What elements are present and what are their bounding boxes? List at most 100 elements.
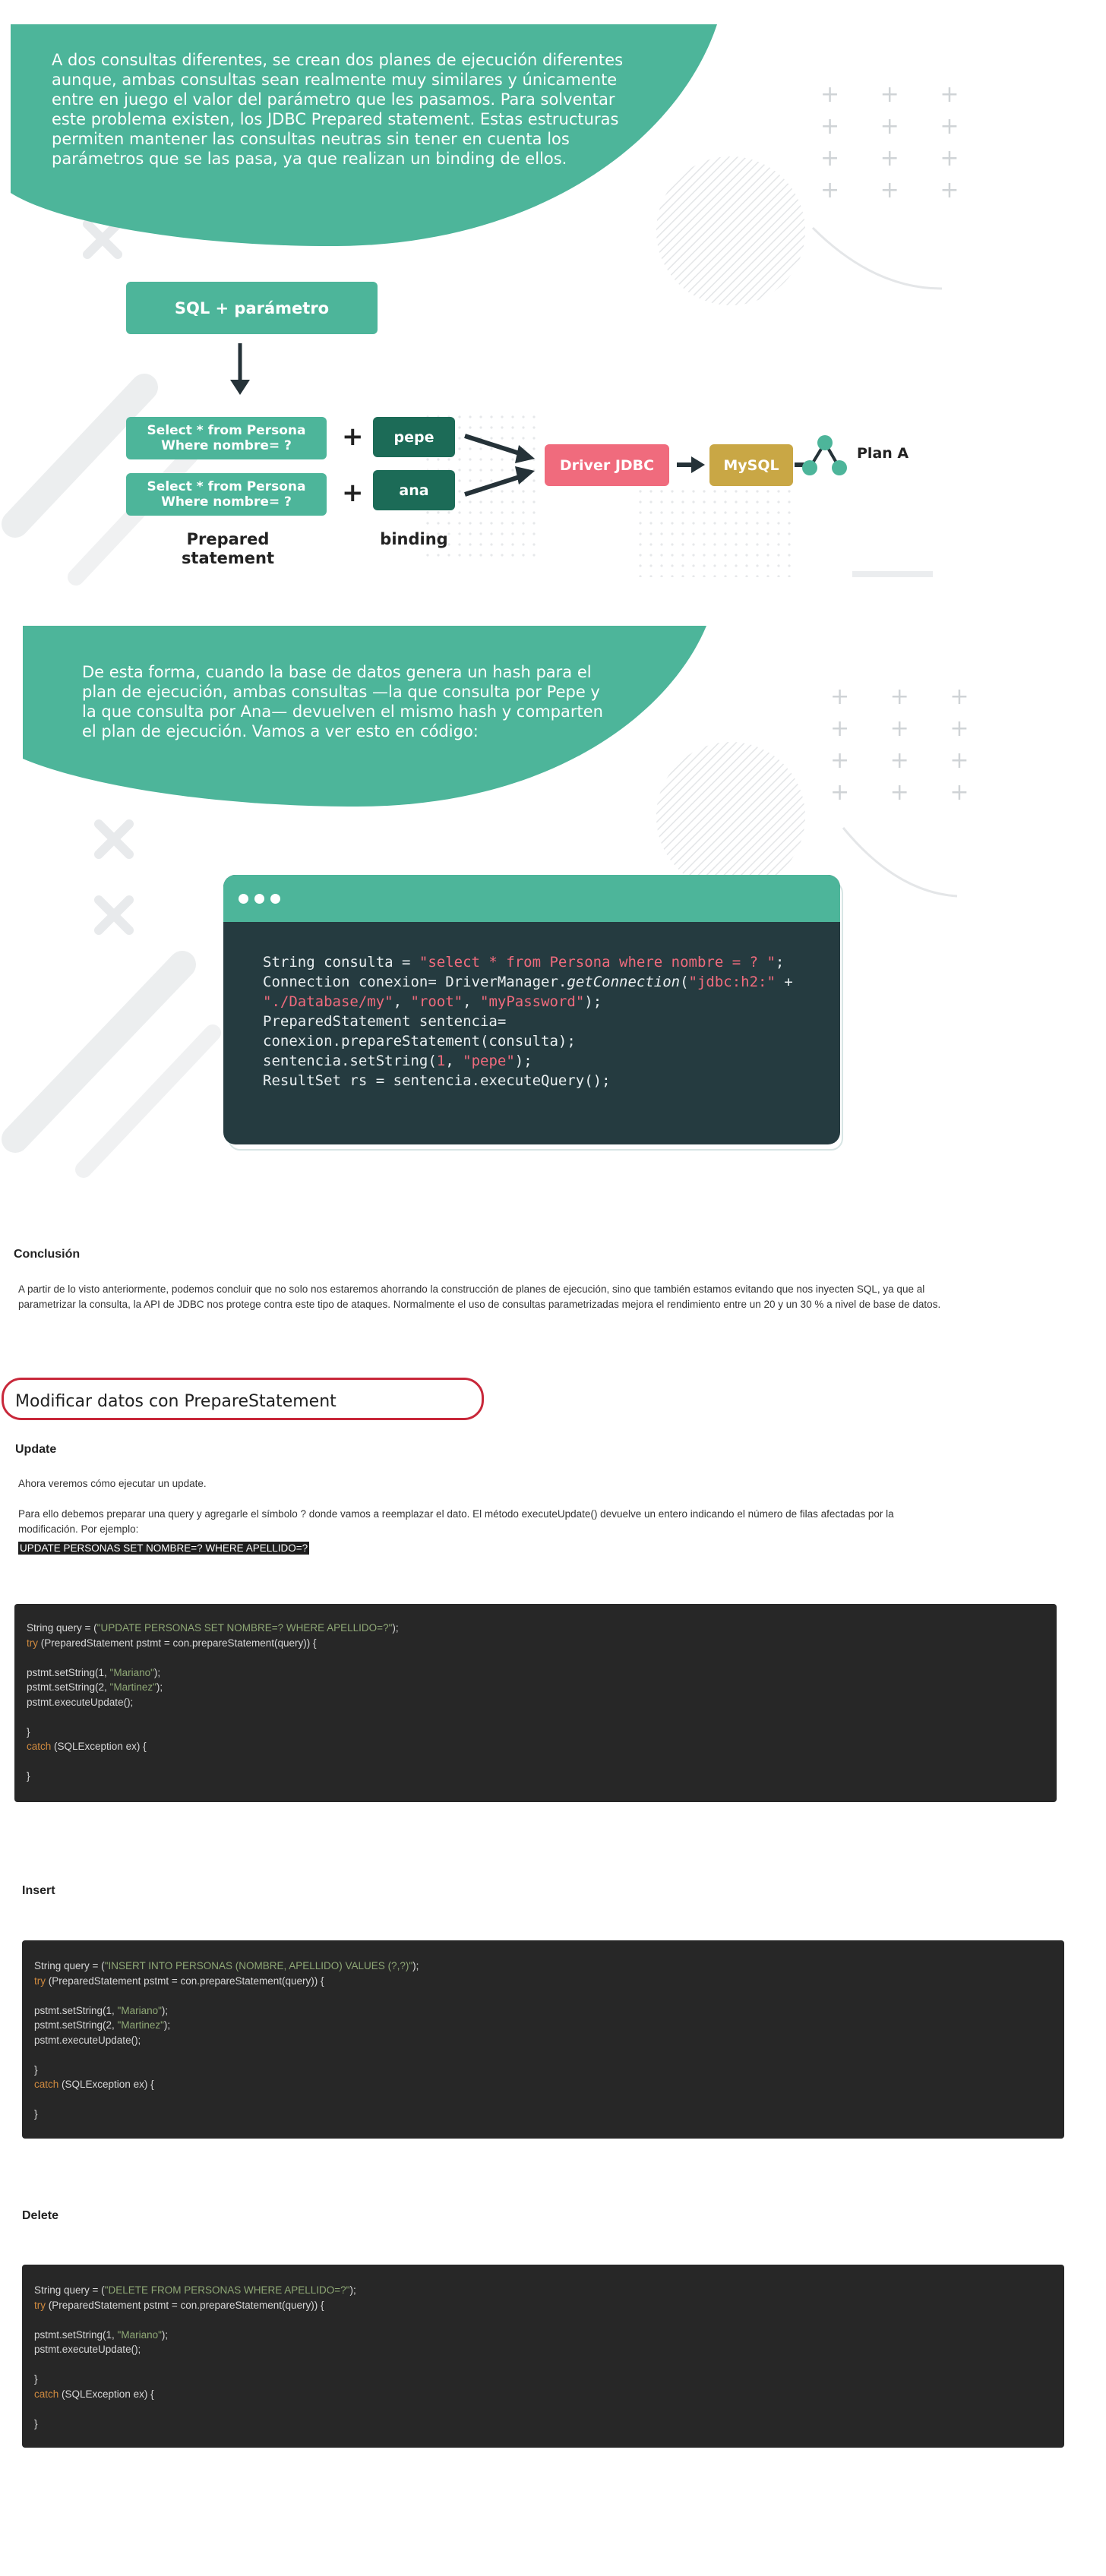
code-token: sentencia.setString( [263,1053,437,1069]
window-dot-icon [254,893,264,904]
code-token: ); [514,1053,532,1069]
code-token: (SQLException ex) { [58,2079,154,2090]
second-callout-text: De esta forma, cuando la base de datos g… [82,662,659,741]
update-intro: Ahora veremos cómo ejecutar un update. [18,1478,207,1489]
plan-a-label: Plan A [857,445,909,462]
code-line: PreparedStatement sentencia= [263,1013,507,1030]
code-line: } [34,2417,38,2429]
code-line: pstmt.setString(2, "Martinez"); [34,2018,1064,2033]
code-line: } [34,2373,38,2385]
mysql-box: MySQL [709,444,793,486]
code-token: pstmt.setString(2, [34,2019,118,2031]
code-string: "Martinez" [117,2019,164,2031]
code-token: (SQLException ex) { [51,1741,147,1752]
code-line: conexion.prepareStatement(consulta); [263,1033,576,1050]
window-dot-icon [270,893,280,904]
code-token: pstmt.setString(2, [27,1681,110,1693]
code-keyword: try [34,1975,46,1987]
code-keyword: catch [27,1741,52,1752]
conclusion-heading: Conclusión [14,1248,81,1261]
conclusion-text: A partir de lo visto anteriormente, pode… [18,1282,1097,1312]
code-token: , [393,993,411,1010]
code-string: "jdbc:h2:" [688,974,776,990]
section-title: Modificar datos con PrepareStatement [15,1392,337,1411]
update-heading: Update [15,1443,57,1456]
prepared-statement-label: Prepared statement [167,530,289,568]
code-line: String query = ("INSERT INTO PERSONAS (N… [34,1959,1064,1974]
code-line: pstmt.executeUpdate(); [34,2034,141,2046]
code-token: , [463,993,481,1010]
code-keyword: catch [34,2079,59,2090]
plus-sign: + [342,478,364,508]
code-string: "Mariano" [117,2328,162,2341]
editor-code: String consulta = "select * from Persona… [223,922,840,1091]
update-description: Para ello debemos preparar una query y a… [18,1507,1097,1537]
code-keyword: try [27,1637,38,1649]
code-line: pstmt.executeUpdate(); [27,1696,134,1708]
callout-line: plan de ejecución, ambas consultas —la q… [82,683,600,701]
code-token: ); [156,1681,163,1693]
callout-line: la que consulta por Ana— devuelven el mi… [82,702,603,721]
code-token: , [445,1053,463,1069]
code-token: (PreparedStatement pstmt = con.prepareSt… [38,1637,317,1649]
insert-heading: Insert [22,1884,55,1897]
code-string: "./Database/my" [263,993,393,1010]
code-line: try (PreparedStatement pstmt = con.prepa… [34,1974,1064,1989]
code-line: catch (SQLException ex) { [34,2387,1064,2402]
label-line: statement [181,549,275,567]
code-string: "DELETE FROM PERSONAS WHERE APELLIDO=?" [104,2284,350,2296]
code-line: Connection conexion= DriverManager.getCo… [263,972,840,992]
code-method: getConnection [567,974,681,990]
code-token: ); [161,2328,169,2341]
code-token: ); [349,2284,356,2296]
code-string: "root" [410,993,463,1010]
code-line: sentencia.setString(1, "pepe"); [263,1051,840,1071]
paragraph-line: parametrizar la consulta, la API de JDBC… [18,1299,941,1310]
code-token: pstmt.setString(1, [34,2328,118,2341]
callout-line: el plan de ejecución. Vamos a ver esto e… [82,722,479,740]
code-line: String query = ("UPDATE PERSONAS SET NOM… [27,1621,1057,1636]
code-token: ( [680,974,689,990]
code-line: try (PreparedStatement pstmt = con.prepa… [27,1636,1057,1651]
query-line: Where nombre= ? [161,494,292,510]
code-token: (SQLException ex) { [58,2388,154,2400]
code-keyword: try [34,2299,46,2311]
query-line: Where nombre= ? [161,438,292,453]
query-box-1: Select * from Persona Where nombre= ? [126,417,327,459]
paragraph-line: modificación. Por ejemplo: [18,1523,139,1535]
code-token: String consulta = [263,954,419,971]
code-string: "INSERT INTO PERSONAS (NOMBRE, APELLIDO)… [104,1960,413,1971]
code-string: "Martinez" [109,1681,156,1693]
code-string: "UPDATE PERSONAS SET NOMBRE=? WHERE APEL… [96,1622,393,1634]
code-line: pstmt.setString(1, "Mariano"); [27,1665,1057,1681]
code-line: } [34,2063,38,2076]
code-string: "Mariano" [109,1666,154,1678]
code-line: pstmt.setString(1, "Mariano"); [34,2328,1064,2343]
code-token: ; [775,954,785,971]
code-line: try (PreparedStatement pstmt = con.prepa… [34,2298,1064,2313]
insert-code-block: String query = ("INSERT INTO PERSONAS (N… [22,1940,1064,2139]
delete-code-block: String query = ("DELETE FROM PERSONAS WH… [22,2265,1064,2448]
decorative-plus-grid: + + + + + + + + + + + + [830,683,986,806]
code-string: "pepe" [463,1053,515,1069]
code-token: String query = ( [34,2284,105,2296]
code-number: 1 [436,1053,446,1069]
code-token: String query = ( [34,1960,105,1971]
code-token: ); [161,2004,169,2016]
code-line: ResultSet rs = sentencia.executeQuery(); [263,1072,611,1089]
code-token: String query = ( [27,1622,97,1634]
param-pepe-box: pepe [373,417,455,457]
paragraph-line: A partir de lo visto anteriormente, pode… [18,1283,925,1295]
paragraph-line: Para ello debemos preparar una query y a… [18,1508,894,1520]
binding-label: binding [380,530,448,548]
code-token: ); [584,993,602,1010]
label-line: Prepared [186,530,270,548]
callout-line: De esta forma, cuando la base de datos g… [82,663,592,681]
delete-heading: Delete [22,2209,59,2222]
